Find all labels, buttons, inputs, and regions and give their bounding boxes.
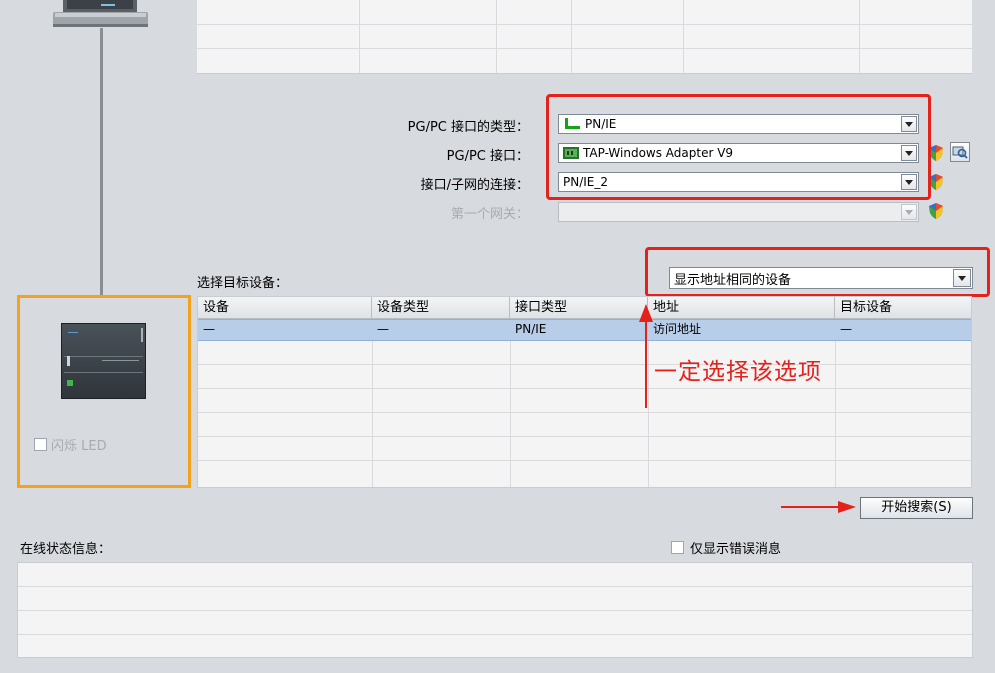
first-gateway-select [558,202,919,222]
column-header-target-device[interactable]: 目标设备 [835,297,971,319]
filter-highlight [645,247,990,297]
online-status-title: 在线状态信息： [20,542,112,557]
column-header-address[interactable]: 地址 [648,297,835,319]
flash-led-checkbox[interactable] [34,438,47,451]
pgpc-interface-label: PG/PC 接口： [446,149,529,164]
column-header-device-type[interactable]: 设备类型 [372,297,510,319]
start-search-button[interactable]: 开始搜索(S) [860,497,973,519]
pgpc-interface-type-label: PG/PC 接口的类型： [407,120,529,135]
table-cell-interface-type: PN/IE [515,322,547,336]
interface-settings-highlight [546,94,931,200]
column-header-device[interactable]: 设备 [198,297,372,319]
first-gateway-label: 第一个网关： [450,207,529,222]
table-cell-device: — [203,322,215,336]
diagnostics-magnifier-icon[interactable] [950,142,970,162]
online-status-list [17,562,973,658]
pg-pc-laptop-icon [53,0,148,27]
table-cell-address: 访问地址 [653,322,702,336]
annotation-text: 一定选择该选项 [654,359,822,385]
accessible-nodes-table [197,0,972,74]
dropdown-arrow-icon [901,204,917,220]
flash-led-label: 闪烁 LED [51,439,107,454]
network-connection-line [100,28,103,296]
table-cell-target-device: — [840,322,852,336]
only-errors-checkbox[interactable] [671,541,684,554]
target-device-table: 设备 设备类型 接口类型 地址 目标设备 — — PN/IE 访问地址 — [197,296,972,488]
plc-cpu-icon [61,323,146,399]
subnet-connection-label: 接口/子网的连接： [420,178,529,193]
table-cell-device-type: — [377,322,389,336]
arrow-to-start-search [781,501,856,513]
only-errors-label: 仅显示错误消息 [690,542,782,557]
target-device-label: 选择目标设备： [197,276,289,291]
column-header-interface-type[interactable]: 接口类型 [510,297,648,319]
shield-icon[interactable] [928,202,944,220]
